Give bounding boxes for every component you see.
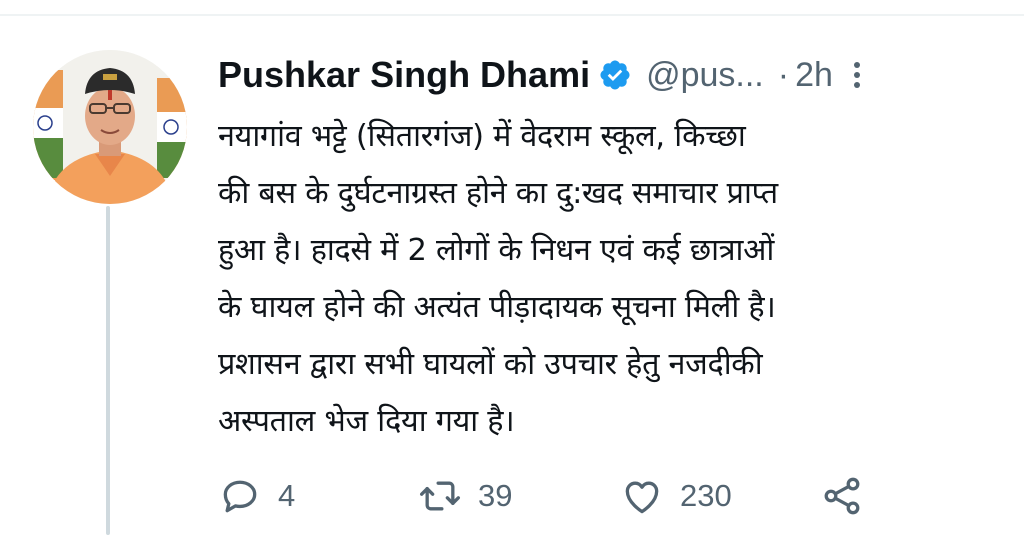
- top-divider: [0, 14, 1024, 16]
- tweet-text-line: हुआ है। हादसे में 2 लोगों के निधन एवं कई…: [218, 233, 775, 268]
- like-count: 230: [680, 478, 732, 513]
- avatar-photo: [33, 50, 187, 204]
- retweet-count: 39: [478, 478, 513, 513]
- share-icon: [824, 477, 860, 515]
- tweet-text-line: प्रशासन द्वारा सभी घायलों को उपचार हेतु …: [218, 347, 763, 382]
- share-button[interactable]: [820, 466, 864, 526]
- retweet-button[interactable]: 39: [418, 466, 512, 526]
- reply-icon: [223, 480, 257, 513]
- tweet-text: नयागांव भट्टे (सितारगंज) में वेदराम स्कू…: [218, 108, 998, 450]
- reply-count: 4: [278, 478, 296, 513]
- like-icon: [625, 481, 659, 514]
- tweet-text-line: अस्पताल भेज दिया गया है।: [218, 404, 515, 439]
- tweet-actions: 4 39 230: [218, 466, 978, 526]
- author-handle[interactable]: @pus...: [646, 56, 764, 95]
- tweet-text-line: के घायल होने की अत्यंत पीड़ादायक सूचना म…: [218, 290, 776, 325]
- author-name[interactable]: Pushkar Singh Dhami: [218, 54, 590, 96]
- reply-button[interactable]: 4: [218, 466, 295, 526]
- tweet-text-line: नयागांव भट्टे (सितारगंज) में वेदराम स्कू…: [218, 119, 746, 154]
- thread-line: [106, 206, 110, 535]
- tweet-header: Pushkar Singh Dhami @pus... · 2h: [218, 50, 1008, 100]
- like-button[interactable]: 230: [620, 466, 732, 526]
- avatar[interactable]: [33, 50, 187, 204]
- retweet-icon: [420, 481, 460, 511]
- tweet-timestamp[interactable]: 2h: [795, 56, 833, 95]
- more-options-icon[interactable]: [847, 55, 867, 95]
- verified-badge-icon: [600, 60, 630, 90]
- tweet-text-line: की बस के दुर्घटनाग्रस्त होने का दु:खद सम…: [218, 176, 778, 211]
- separator-dot: ·: [777, 55, 790, 94]
